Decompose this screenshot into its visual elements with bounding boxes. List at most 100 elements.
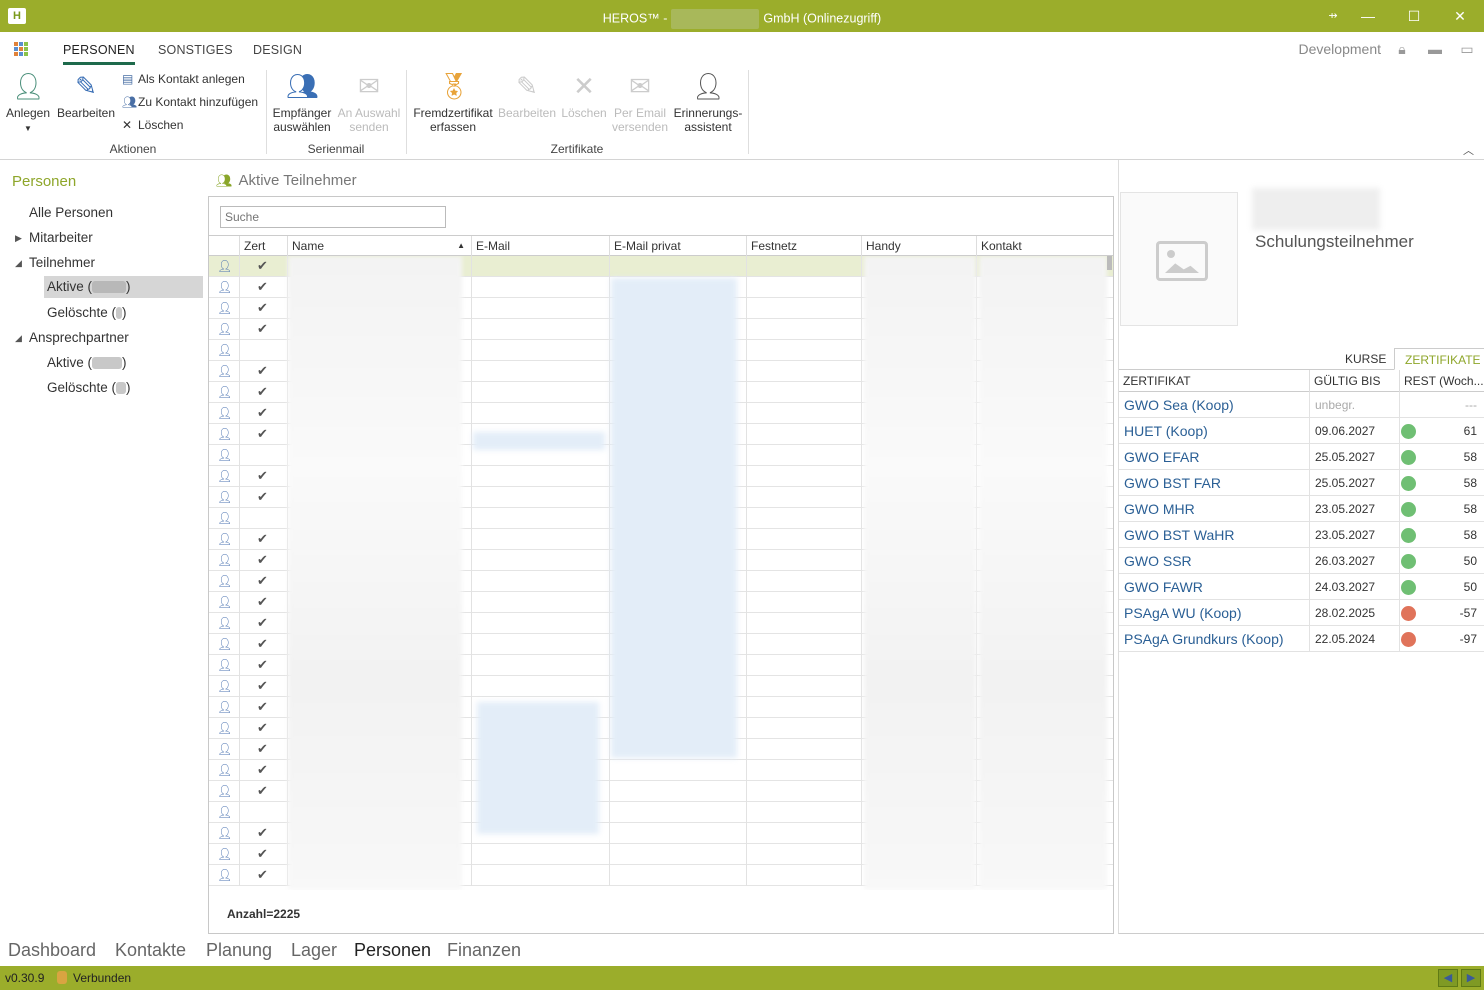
close-button[interactable]: ✕ bbox=[1450, 6, 1470, 26]
zertifikat-loeschen-button[interactable]: ✕ Löschen bbox=[560, 70, 608, 120]
collapse-arrow-icon[interactable]: ◢ bbox=[15, 252, 22, 274]
nav-kontakte[interactable]: Kontakte bbox=[115, 940, 186, 961]
table-cell bbox=[861, 340, 862, 361]
vertical-scrollbar[interactable] bbox=[1107, 256, 1112, 270]
monitor-icon[interactable]: ▭ bbox=[1458, 41, 1476, 59]
lock-icon[interactable]: 🔒︎ bbox=[1393, 41, 1411, 59]
expand-arrow-icon[interactable]: ▶ bbox=[15, 227, 22, 249]
col-header-festnetz[interactable]: Festnetz bbox=[746, 236, 861, 256]
cert-row[interactable]: HUET (Koop) 09.06.2027 61 bbox=[1119, 418, 1484, 444]
table-cell bbox=[239, 508, 240, 529]
cert-valid-until: 09.06.2027 bbox=[1309, 418, 1399, 444]
collapse-arrow-icon[interactable]: ◢ bbox=[15, 327, 22, 349]
col-header-name[interactable]: Name ▲ bbox=[287, 236, 471, 256]
search-input[interactable] bbox=[220, 206, 446, 228]
pin-icon[interactable]: ⇸ bbox=[1323, 6, 1343, 26]
collapse-ribbon-icon[interactable]: ︿ bbox=[1463, 142, 1474, 158]
empf-label-1: Empfänger bbox=[272, 106, 332, 120]
zu-kontakt-button[interactable]: 👥︎Zu Kontakt hinzufügen bbox=[122, 95, 258, 109]
col-header-icon[interactable] bbox=[209, 236, 239, 256]
loeschen-button[interactable]: ✕ Löschen bbox=[122, 118, 183, 132]
cert-name[interactable]: PSAgA WU (Koop) bbox=[1124, 605, 1242, 621]
tab-kurse[interactable]: KURSE bbox=[1335, 348, 1396, 370]
app-menu-grid-icon[interactable] bbox=[14, 42, 28, 56]
sidebar-item-alle-personen[interactable]: Alle Personen bbox=[29, 202, 113, 224]
loeschen-label: Löschen bbox=[138, 118, 184, 132]
nav-personen[interactable]: Personen bbox=[354, 940, 431, 961]
nav-finanzen[interactable]: Finanzen bbox=[447, 940, 521, 961]
cert-row[interactable]: GWO Sea (Koop) unbegr. --- bbox=[1119, 392, 1484, 418]
col-header-email-privat[interactable]: E-Mail privat bbox=[609, 236, 746, 256]
cert-name[interactable]: GWO SSR bbox=[1124, 553, 1192, 569]
nav-lager[interactable]: Lager bbox=[291, 940, 337, 961]
nav-back-icon[interactable]: ◀ bbox=[1438, 969, 1458, 987]
erinnerungsassistent-button[interactable]: 👤︎ Erinnerungs-assistent bbox=[672, 70, 744, 134]
sidebar-item-ansprechpartner[interactable]: ◢ Ansprechpartner bbox=[15, 327, 129, 349]
cert-row[interactable]: GWO EFAR 25.05.2027 58 bbox=[1119, 444, 1484, 470]
table-cell bbox=[861, 550, 862, 571]
cert-row[interactable]: PSAgA WU (Koop) 28.02.2025 -57 bbox=[1119, 600, 1484, 626]
nav-dashboard[interactable]: Dashboard bbox=[8, 940, 96, 961]
table-cell bbox=[746, 823, 747, 844]
table-cell bbox=[239, 466, 240, 487]
empfaenger-button[interactable]: 👥︎ Empfänger auswählen bbox=[270, 70, 334, 134]
als-kontakt-button[interactable]: ▤ Als Kontakt anlegen bbox=[122, 72, 245, 86]
table-cell bbox=[471, 865, 472, 886]
table-cell bbox=[861, 655, 862, 676]
zertifikat-bearbeiten-button[interactable]: ✎ Bearbeiten bbox=[497, 70, 557, 120]
cert-row[interactable]: GWO MHR 23.05.2027 58 bbox=[1119, 496, 1484, 522]
cert-row[interactable]: GWO BST WaHR 23.05.2027 58 bbox=[1119, 522, 1484, 548]
col-header-gueltig-bis[interactable]: GÜLTIG BIS bbox=[1309, 370, 1399, 392]
chat-icon[interactable]: ▬ bbox=[1426, 41, 1444, 59]
cert-name[interactable]: GWO EFAR bbox=[1124, 449, 1199, 465]
redacted-count bbox=[116, 382, 127, 395]
col-header-rest[interactable]: REST (Woch... bbox=[1399, 370, 1484, 392]
table-cell bbox=[976, 739, 977, 760]
person-photo[interactable] bbox=[1120, 192, 1238, 326]
tab-design[interactable]: DESIGN bbox=[253, 43, 302, 57]
cert-row[interactable]: GWO SSR 26.03.2027 50 bbox=[1119, 548, 1484, 574]
col-header-email[interactable]: E-Mail bbox=[471, 236, 609, 256]
certified-check-icon: ✔ bbox=[257, 468, 268, 483]
nav-planung[interactable]: Planung bbox=[206, 940, 272, 961]
table-cell bbox=[471, 634, 472, 655]
col-header-zertifikat[interactable]: ZERTIFIKAT bbox=[1119, 370, 1309, 392]
table-cell bbox=[239, 718, 240, 739]
cert-name[interactable]: GWO BST FAR bbox=[1124, 475, 1221, 491]
sidebar-item-teilnehmer-aktive[interactable]: Aktive () bbox=[44, 276, 203, 298]
col-header-kontakt[interactable]: Kontakt bbox=[976, 236, 1113, 256]
col-header-zert[interactable]: Zert bbox=[239, 236, 287, 256]
cert-name[interactable]: HUET (Koop) bbox=[1124, 423, 1208, 439]
nav-forward-icon[interactable]: ▶ bbox=[1461, 969, 1481, 987]
cert-row[interactable]: GWO BST FAR 25.05.2027 58 bbox=[1119, 470, 1484, 496]
sidebar-item-teilnehmer-geloeschte[interactable]: Gelöschte () bbox=[47, 302, 127, 324]
table-cell bbox=[239, 529, 240, 550]
cert-row[interactable]: GWO FAWR 24.03.2027 50 bbox=[1119, 574, 1484, 600]
cert-name[interactable]: GWO FAWR bbox=[1124, 579, 1203, 595]
an-label-1: An Auswahl bbox=[337, 106, 401, 120]
tab-personen[interactable]: PERSONEN bbox=[63, 43, 135, 65]
cert-name[interactable]: GWO Sea (Koop) bbox=[1124, 397, 1234, 413]
cert-name[interactable]: GWO BST WaHR bbox=[1124, 527, 1234, 543]
sidebar-item-ansprechpartner-aktive[interactable]: Aktive () bbox=[47, 352, 127, 374]
cert-name[interactable]: PSAgA Grundkurs (Koop) bbox=[1124, 631, 1284, 647]
maximize-button[interactable]: ☐ bbox=[1404, 6, 1424, 26]
fremdzertifikat-button[interactable]: 🏅︎ Fremdzertifikat erfassen bbox=[411, 70, 495, 134]
person-icon: 👤︎ bbox=[217, 658, 233, 672]
bearbeiten-button[interactable]: ✎ Bearbeiten bbox=[56, 70, 116, 120]
sidebar-item-ansprechpartner-geloeschte[interactable]: Gelöschte () bbox=[47, 377, 131, 399]
cert-name[interactable]: GWO MHR bbox=[1124, 501, 1195, 517]
minimize-button[interactable]: — bbox=[1358, 6, 1378, 26]
anlegen-button[interactable]: 👤︎ Anlegen ▼ bbox=[4, 70, 52, 136]
an-auswahl-senden-button[interactable]: ✉ An Auswahl senden bbox=[336, 70, 402, 134]
sidebar-item-teilnehmer[interactable]: ◢ Teilnehmer bbox=[15, 252, 95, 274]
table-cell bbox=[609, 718, 610, 739]
cert-row[interactable]: PSAgA Grundkurs (Koop) 22.05.2024 -97 bbox=[1119, 626, 1484, 652]
sidebar-item-mitarbeiter[interactable]: ▶ Mitarbeiter bbox=[15, 227, 93, 249]
per-email-versenden-button[interactable]: ✉ Per Email versenden bbox=[610, 70, 670, 134]
tab-sonstiges[interactable]: SONSTIGES bbox=[158, 43, 233, 57]
col-header-handy[interactable]: Handy bbox=[861, 236, 976, 256]
tab-zertifikate[interactable]: ZERTIFIKATE bbox=[1394, 348, 1484, 370]
table-cell bbox=[861, 844, 862, 865]
table-cell bbox=[471, 382, 472, 403]
